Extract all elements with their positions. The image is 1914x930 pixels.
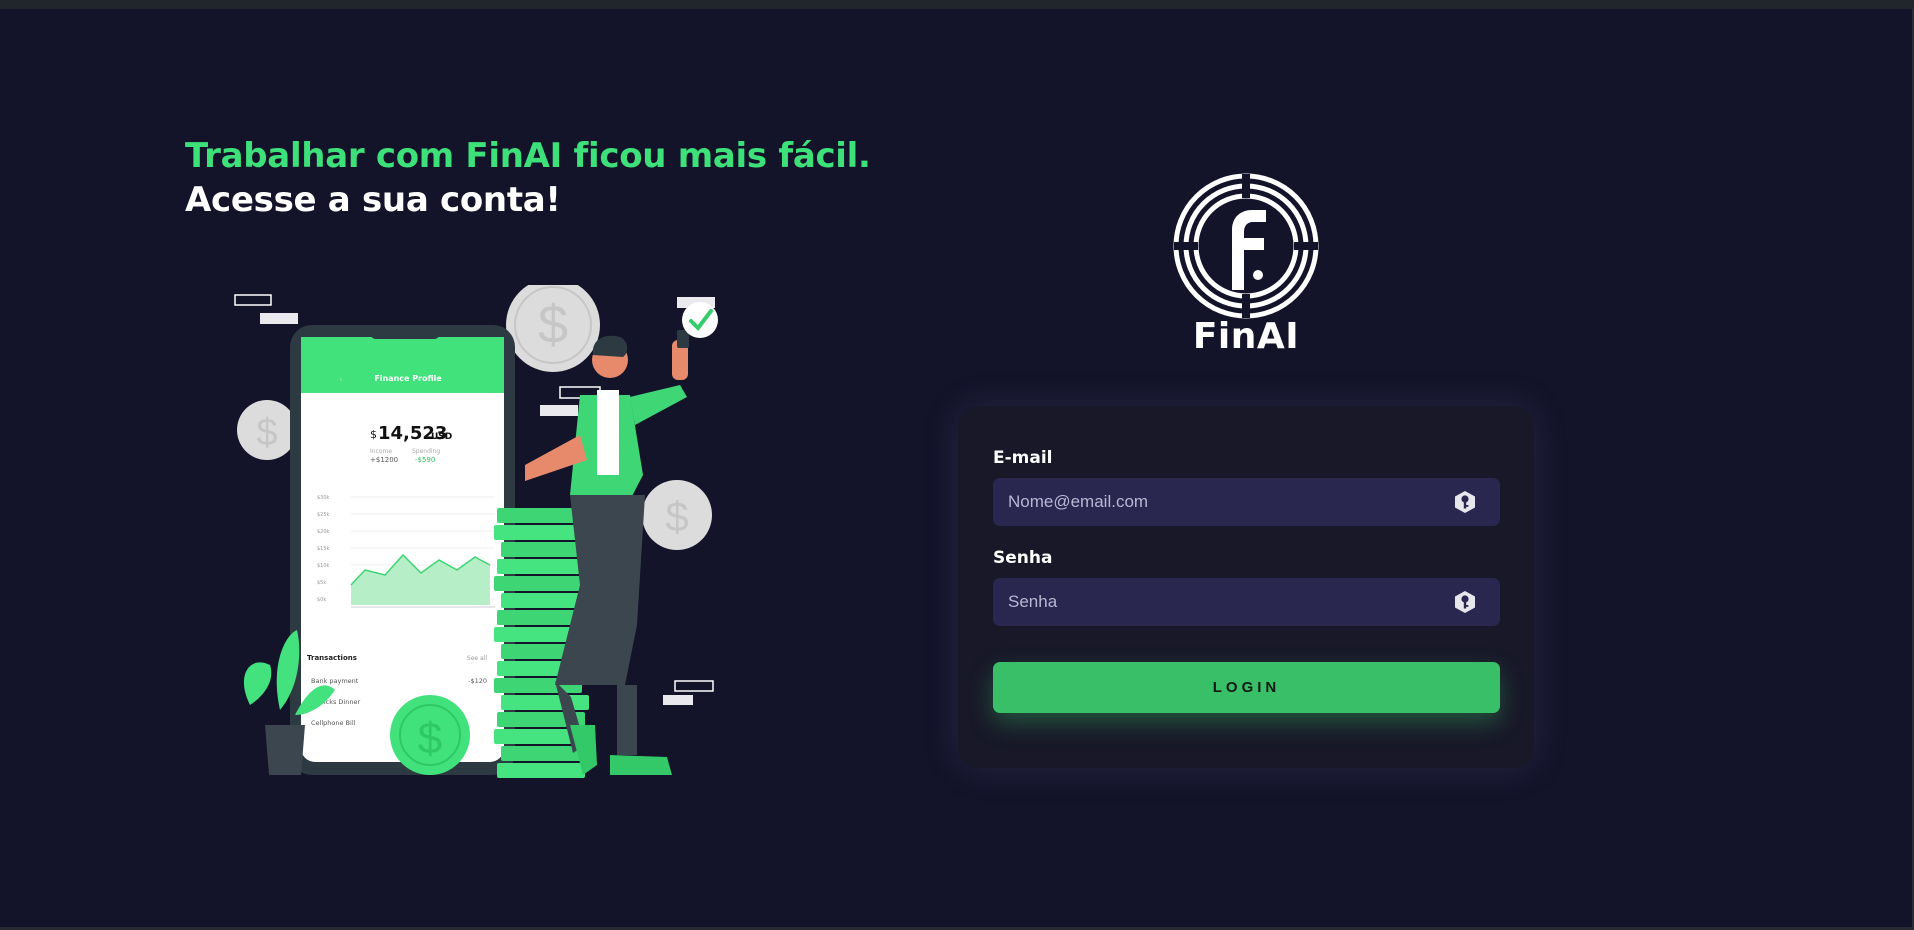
svg-text:$: $	[418, 714, 442, 763]
email-field[interactable]	[993, 478, 1500, 526]
y-tick-label: $30k	[317, 495, 330, 501]
check-icon	[682, 302, 718, 338]
transaction-name: Bank payment	[311, 677, 359, 685]
headline-line-2: Acesse a sua conta!	[185, 180, 561, 220]
coin-stack-layer	[494, 576, 582, 591]
hero-headline: Trabalhar com FinAI ficou mais fácil. Ac…	[185, 134, 871, 222]
dollar-coin-icon: $	[237, 400, 297, 460]
deco-strip-6	[674, 680, 714, 692]
dollar-coin-icon: $	[642, 480, 712, 550]
coin-stack-layer	[494, 525, 582, 540]
y-tick-label: $25k	[317, 512, 330, 518]
browser-top-bar	[0, 0, 1914, 9]
password-field[interactable]	[993, 578, 1500, 626]
see-all-link: See all	[467, 655, 487, 662]
login-card: E-mail Senha LOGIN	[958, 406, 1534, 768]
transactions-title: Transactions	[307, 654, 357, 662]
dollar-coin-icon: $	[390, 695, 470, 775]
svg-text:$: $	[665, 493, 688, 540]
headline-line-1: Trabalhar com FinAI ficou mais fácil.	[185, 136, 871, 176]
y-tick-label: $10k	[317, 563, 330, 569]
income-label: Income	[370, 448, 392, 455]
coin-stack-layer	[497, 763, 585, 778]
transaction-amount: -$120	[468, 677, 487, 685]
finai-logo-icon	[1173, 173, 1319, 319]
svg-text:$: $	[538, 295, 568, 355]
svg-text:$: $	[256, 412, 277, 454]
app-header-title: Finance Profile	[374, 374, 442, 383]
coin-stack-layer	[501, 695, 589, 710]
balance-currency: $	[370, 428, 377, 441]
y-tick-label: $5k	[317, 580, 326, 586]
password-label: Senha	[993, 548, 1053, 568]
key-icon[interactable]	[1452, 489, 1478, 515]
login-button[interactable]: LOGIN	[993, 662, 1500, 713]
brand-name: FinAI	[1192, 316, 1300, 357]
deco-strip-5	[540, 405, 578, 416]
dollar-coin-icon: $	[506, 285, 600, 372]
deco-strip-2	[260, 313, 298, 324]
deco-strip-1	[234, 294, 272, 306]
y-tick-label: $20k	[317, 529, 330, 535]
key-icon[interactable]	[1452, 589, 1478, 615]
spending-value: -$590	[415, 456, 435, 464]
finance-illustration: $ $ $ ‹ Finance Profile $ 14,523 USD Inc…	[234, 285, 718, 778]
coin-stack-layer	[497, 559, 585, 574]
y-tick-label: $15k	[317, 546, 330, 552]
spending-label: Spending	[412, 448, 440, 455]
y-tick-label: $0k	[317, 597, 326, 603]
income-value: +$1200	[370, 456, 398, 464]
transaction-name: Cellphone Bill	[311, 719, 356, 727]
deco-strip-7	[663, 695, 693, 705]
email-label: E-mail	[993, 448, 1053, 468]
balance-unit: USD	[431, 432, 452, 442]
